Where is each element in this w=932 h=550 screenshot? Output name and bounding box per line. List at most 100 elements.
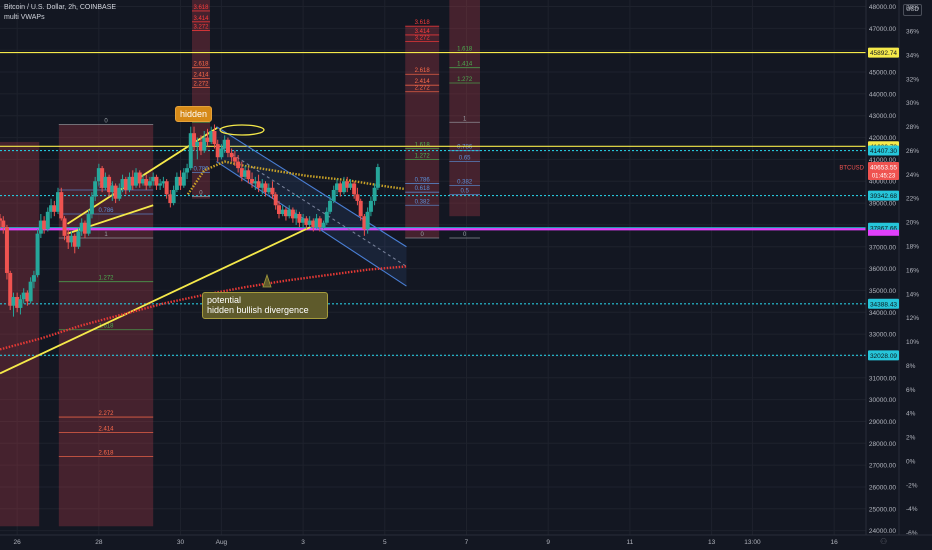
candle-body[interactable] (1, 220, 6, 228)
candle-body[interactable] (158, 183, 163, 186)
candle-body[interactable] (42, 220, 47, 230)
candle-body[interactable] (4, 227, 9, 273)
candle-body[interactable] (0, 218, 2, 221)
time-tick-label: 28 (95, 539, 103, 546)
percent-tick-label: 4% (906, 411, 916, 418)
candle-body[interactable] (205, 137, 210, 142)
candle-body[interactable] (117, 187, 122, 199)
candle-body[interactable] (287, 209, 292, 217)
candle-body[interactable] (185, 168, 190, 173)
percent-tick-label: 2% (906, 435, 916, 442)
candle-body[interactable] (18, 299, 23, 308)
candle-body[interactable] (348, 183, 353, 188)
candle-body[interactable] (11, 296, 16, 306)
candle-body[interactable] (297, 214, 302, 223)
candle-body[interactable] (171, 189, 176, 204)
candle-body[interactable] (355, 194, 360, 201)
candle-body[interactable] (317, 218, 322, 228)
candle-body[interactable] (113, 185, 118, 199)
fib-label: 1.618 (415, 142, 431, 148)
candle-body[interactable] (338, 183, 343, 193)
fib-label: 2.414 (98, 426, 114, 432)
fib-label: 3.414 (415, 29, 431, 35)
percent-tick-label: 36% (906, 29, 919, 36)
candle-body[interactable] (59, 192, 64, 219)
fib-label: 0.786 (415, 177, 431, 183)
fib-label: 1.272 (415, 153, 431, 159)
candle-body[interactable] (103, 176, 108, 188)
candle-body[interactable] (246, 170, 251, 180)
indicator-title[interactable]: multi VWAPs (4, 13, 116, 23)
tradingview-logo-icon[interactable]: ⚇ (880, 537, 887, 546)
fib-label: 2.414 (193, 73, 209, 79)
price-tick-label: 47000.00 (869, 26, 896, 33)
last-price-value: 40653.55 (870, 164, 897, 171)
candle-body[interactable] (236, 161, 241, 169)
candle-body[interactable] (276, 205, 281, 214)
time-tick-label: 16 (831, 539, 839, 546)
candle-body[interactable] (232, 157, 237, 162)
candle-body[interactable] (89, 196, 94, 214)
candle-body[interactable] (321, 222, 326, 228)
candle-body[interactable] (45, 211, 50, 230)
annotation-divergence[interactable]: potential hidden bullish divergence (202, 292, 328, 319)
percent-tick-label: 14% (906, 291, 919, 298)
candle-body[interactable] (62, 218, 67, 236)
fib-label: 1.414 (457, 62, 473, 68)
candle-body[interactable] (219, 148, 224, 158)
candle-body[interactable] (215, 144, 220, 158)
candle-body[interactable] (82, 222, 87, 234)
annotation-divergence-line1: potential (207, 295, 242, 305)
fib-label: 0.382 (415, 199, 431, 205)
percent-tick-label: 12% (906, 315, 919, 322)
symbol-title[interactable]: Bitcoin / U.S. Dollar, 2h, COINBASE (4, 3, 116, 13)
candle-body[interactable] (28, 281, 33, 302)
price-chart[interactable]: 00.6180.78611.2721.6182.2722.4142.6183.6… (0, 0, 932, 550)
candle-body[interactable] (86, 214, 91, 234)
candle-body[interactable] (21, 292, 26, 300)
chart-title: Bitcoin / U.S. Dollar, 2h, COINBASE mult… (4, 3, 116, 23)
candle-body[interactable] (358, 200, 363, 217)
candle-body[interactable] (352, 183, 357, 195)
fib-label: 2.272 (98, 411, 114, 417)
candle-body[interactable] (195, 141, 200, 147)
percent-tick-label: 0% (906, 458, 916, 465)
candle-body[interactable] (76, 231, 81, 247)
candle-body[interactable] (123, 179, 128, 190)
candle-body[interactable] (331, 189, 336, 201)
candle-body[interactable] (270, 187, 275, 195)
candle-body[interactable] (93, 181, 98, 197)
candle-body[interactable] (164, 181, 169, 195)
candle-body[interactable] (134, 172, 139, 186)
candle-body[interactable] (154, 176, 159, 186)
currency-badge[interactable]: USD (903, 4, 922, 16)
candle-body[interactable] (72, 235, 77, 247)
candle-body[interactable] (273, 194, 278, 206)
candle-body[interactable] (35, 233, 40, 276)
candle-body[interactable] (212, 131, 217, 145)
candle-body[interactable] (266, 187, 271, 193)
last-price-symbol: BTCUSD (839, 165, 864, 171)
candle-body[interactable] (144, 179, 149, 186)
annotation-hidden[interactable]: hidden (175, 106, 213, 122)
candle-body[interactable] (365, 211, 370, 230)
candle-body[interactable] (307, 220, 312, 225)
candle-body[interactable] (368, 200, 373, 212)
candle-body[interactable] (52, 205, 57, 212)
candle-body[interactable] (375, 167, 380, 188)
fib-label: 0.382 (457, 180, 473, 186)
candle-body[interactable] (181, 172, 186, 186)
percent-tick-label: 10% (906, 339, 919, 346)
candle-body[interactable] (324, 211, 329, 223)
candle-body[interactable] (174, 176, 179, 190)
candle-body[interactable] (328, 200, 333, 212)
price-tick-label: 27000.00 (869, 463, 896, 470)
candle-body[interactable] (31, 275, 36, 282)
candle-body[interactable] (225, 139, 230, 153)
time-tick-label: 9 (546, 539, 550, 546)
candle-body[interactable] (147, 181, 152, 186)
candle-body[interactable] (229, 152, 234, 158)
candle-body[interactable] (372, 187, 377, 201)
price-level-badge-text: 41407.30 (870, 148, 897, 155)
candle-body[interactable] (256, 181, 261, 188)
